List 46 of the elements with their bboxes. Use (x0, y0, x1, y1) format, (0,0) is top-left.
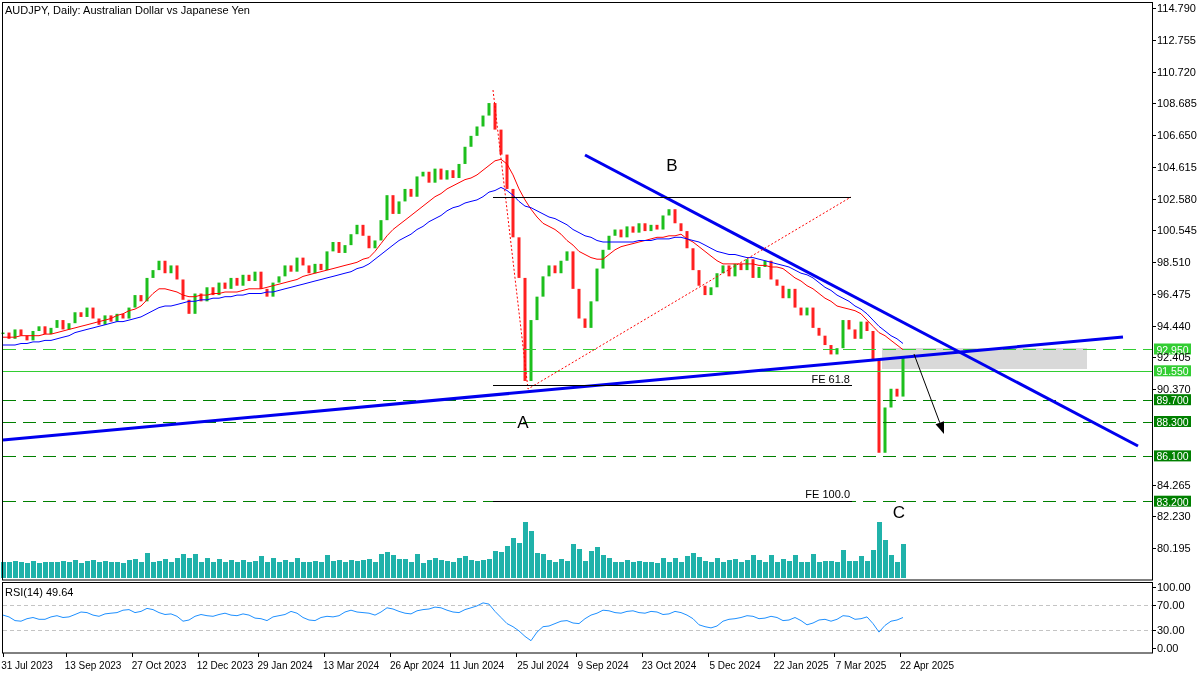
date-axis-label: 13 Sep 2023 (64, 659, 122, 671)
date-axis-label: 7 Mar 2025 (835, 659, 887, 671)
price-level-tag: 91.550 (1154, 365, 1191, 378)
rsi-axis-label: 70.00 (1157, 599, 1185, 612)
fibonacci-label: FE 61.8 (811, 373, 850, 385)
wave-label: B (666, 155, 678, 175)
indicator-label: RSI(14) 49.64 (5, 586, 74, 598)
price-axis-label: 102.580 (1157, 192, 1197, 205)
price-axis-label: 98.510 (1157, 256, 1191, 269)
date-axis-label: 25 Jul 2024 (517, 659, 569, 671)
date-axis-label: 31 Jul 2023 (1, 659, 53, 671)
wave-label: C (892, 502, 906, 522)
price-axis-label: 112.755 (1157, 33, 1196, 46)
price-axis-label: 90.370 (1157, 383, 1191, 396)
price-axis-label: 114.790 (1157, 2, 1196, 14)
price-axis-label: 106.650 (1157, 129, 1197, 142)
rsi-axis-label: 30.00 (1157, 623, 1185, 636)
price-axis-label: 84.265 (1157, 478, 1191, 491)
date-axis-label: 12 Dec 2023 (196, 659, 254, 671)
wave-label: A (517, 412, 529, 432)
price-axis-label: 96.475 (1157, 287, 1191, 300)
price-axis-label: 110.720 (1157, 65, 1196, 78)
date-axis-label: 9 Sep 2024 (577, 659, 629, 671)
date-axis-label: 5 Dec 2024 (709, 659, 761, 671)
price-axis-label: 94.440 (1157, 319, 1191, 332)
date-axis-label: 27 Oct 2023 (131, 659, 187, 671)
price-axis-label: 100.545 (1157, 224, 1197, 237)
fibonacci-label: FE 100.0 (805, 488, 850, 500)
chart-title: AUDJPY, Daily: Australian Dollar vs Japanese Yen (5, 4, 250, 16)
date-axis-label: 29 Jan 2024 (257, 659, 313, 671)
date-axis-label: 11 Jun 2024 (449, 659, 505, 671)
price-axis-label: 80.195 (1157, 542, 1191, 555)
date-axis-label: 26 Apr 2024 (390, 659, 444, 671)
date-axis-label: 23 Oct 2024 (641, 659, 697, 671)
rsi-axis-label: 100.00 (1157, 581, 1191, 593)
price-axis-label: 108.685 (1157, 97, 1197, 110)
date-axis-label: 13 Mar 2024 (322, 659, 380, 671)
price-level-tag: 88.300 (1154, 416, 1191, 428)
rsi-axis-label: 0.00 (1157, 642, 1179, 654)
price-level-tag: 89.700 (1154, 394, 1191, 407)
date-axis-label: 22 Apr 2025 (900, 659, 954, 671)
price-axis-label: 104.615 (1157, 160, 1197, 173)
price-level-tag: 83.200 (1154, 495, 1191, 508)
date-axis-label: 22 Jan 2025 (773, 659, 829, 671)
price-axis-label: 82.230 (1157, 510, 1191, 523)
price-level-tag: 86.100 (1154, 450, 1191, 463)
